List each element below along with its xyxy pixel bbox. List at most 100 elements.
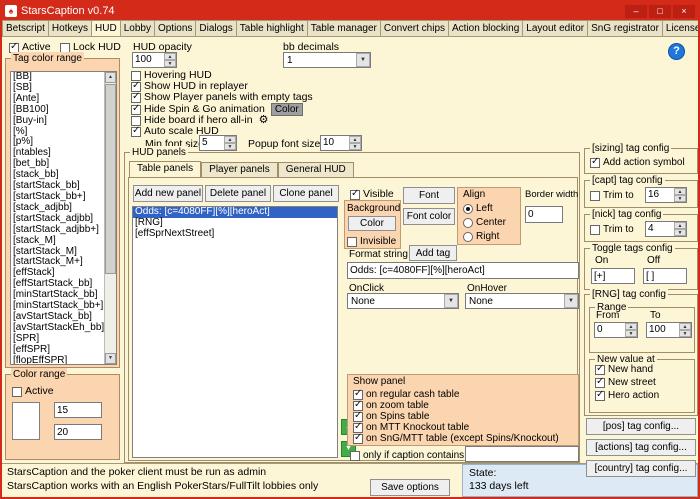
tab-table-highlight[interactable]: Table highlight <box>235 20 307 36</box>
tab-hotkeys[interactable]: Hotkeys <box>47 20 92 36</box>
close-icon[interactable]: × <box>673 4 695 18</box>
tab-general-hud[interactable]: General HUD <box>277 162 354 177</box>
toggle-off-input[interactable] <box>643 268 687 284</box>
list-item[interactable]: [Buy-in] <box>11 115 104 127</box>
color-range-max-input[interactable] <box>54 424 102 440</box>
spin-up-icon[interactable]: ▲ <box>679 323 691 330</box>
list-item[interactable]: [effSprNextStreet] <box>133 228 337 240</box>
border-width-input[interactable] <box>525 206 563 223</box>
font-button[interactable]: Font <box>403 187 455 204</box>
show-player-panels-checkbox[interactable]: Show Player panels with empty tags <box>131 91 313 103</box>
add-tag-button[interactable]: Add tag <box>409 245 457 261</box>
spin-up-icon[interactable]: ▲ <box>625 323 637 330</box>
add-new-panel-button[interactable]: Add new panel <box>133 185 203 202</box>
help-button[interactable]: ? <box>668 43 685 60</box>
new-street-checkbox[interactable]: New street <box>595 376 656 388</box>
toggle-on-input[interactable] <box>591 268 635 284</box>
onhover-dropdown[interactable]: None ▼ <box>465 293 579 309</box>
tab-betscript[interactable]: Betscript <box>2 20 48 36</box>
spin-down-icon[interactable]: ▼ <box>674 195 686 202</box>
capt-trim-checkbox[interactable]: Trim to <box>590 190 634 201</box>
minimize-icon[interactable]: – <box>625 4 647 18</box>
spin-up-icon[interactable]: ▲ <box>349 136 361 143</box>
color-swatch[interactable] <box>12 402 40 440</box>
color-range-min-input[interactable] <box>54 402 102 418</box>
actions-tag-config-button[interactable]: [actions] tag config... <box>586 439 696 456</box>
capt-trim-spinner[interactable]: 16 ▲ ▼ <box>645 187 687 203</box>
tab-table-manager[interactable]: Table manager <box>306 20 380 36</box>
delete-panel-button[interactable]: Delete panel <box>205 185 271 202</box>
format-string-input[interactable] <box>347 262 579 279</box>
tab-lobby[interactable]: Lobby <box>119 20 154 36</box>
rng-from-spinner[interactable]: 0 ▲ ▼ <box>594 322 638 338</box>
min-font-size-spinner[interactable]: 5 ▲ ▼ <box>199 135 237 151</box>
tab-player-panels[interactable]: Player panels <box>201 162 278 177</box>
spin-down-icon[interactable]: ▼ <box>625 330 637 337</box>
gear-icon[interactable]: ⚙ <box>259 115 269 126</box>
hero-action-checkbox[interactable]: Hero action <box>595 389 659 401</box>
tab-table-panels[interactable]: Table panels <box>129 161 202 177</box>
hud-opacity-spinner[interactable]: 100 ▲ ▼ <box>132 52 177 68</box>
panel-list[interactable]: Odds: [c=4080FF][%][heroAct] [RNG] [effSpr… <box>132 206 338 458</box>
caption-contains-input[interactable] <box>465 446 579 462</box>
spin-up-icon[interactable]: ▲ <box>224 136 236 143</box>
add-action-symbol-checkbox[interactable]: Add action symbol <box>590 156 685 168</box>
list-item[interactable]: [stack_M] <box>11 235 104 247</box>
scrollbar[interactable]: ▲ ▼ <box>104 72 116 364</box>
pos-tag-config-button[interactable]: [pos] tag config... <box>586 418 696 435</box>
show-mtt-knockout-checkbox[interactable]: on MTT Knockout table <box>353 421 469 433</box>
scroll-up-icon[interactable]: ▲ <box>105 72 116 83</box>
rng-to-spinner[interactable]: 100 ▲ ▼ <box>646 322 692 338</box>
tab-options[interactable]: Options <box>153 20 196 36</box>
show-spins-checkbox[interactable]: on Spins table <box>353 410 429 422</box>
tab-sng-registrator[interactable]: SnG registrator <box>587 20 662 36</box>
checkbox-box <box>590 190 600 201</box>
new-hand-checkbox[interactable]: New hand <box>595 363 653 375</box>
status-line2: StarsCaption works with an English Poker… <box>7 480 319 492</box>
caption-contains-checkbox[interactable]: only if caption contains <box>350 450 464 461</box>
show-regular-cash-checkbox[interactable]: on regular cash table <box>353 388 459 400</box>
onclick-dropdown[interactable]: None ▼ <box>347 293 459 309</box>
save-options-button[interactable]: Save options <box>370 479 450 496</box>
background-color-button[interactable]: Color <box>348 216 396 231</box>
align-right-radio[interactable]: Right <box>463 231 499 242</box>
spin-up-icon[interactable]: ▲ <box>674 222 686 229</box>
tab-license[interactable]: License <box>661 20 698 36</box>
tab-hud[interactable]: HUD <box>91 20 120 36</box>
nick-trim-spinner[interactable]: 4 ▲ ▼ <box>645 221 687 237</box>
spin-down-icon[interactable]: ▼ <box>679 330 691 337</box>
spin-down-icon[interactable]: ▼ <box>164 60 176 67</box>
list-item[interactable]: Odds: [c=4080FF][%][heroAct] <box>133 207 337 218</box>
list-item[interactable]: [flopEffSPR] <box>11 355 104 364</box>
spin-go-color-button[interactable]: Color <box>270 103 303 116</box>
list-item[interactable]: [BB100] <box>11 104 104 116</box>
spin-down-icon[interactable]: ▼ <box>674 229 686 236</box>
align-center-radio[interactable]: Center <box>463 217 506 228</box>
popup-font-size-spinner[interactable]: 10 ▲ ▼ <box>320 135 362 151</box>
tab-layout-editor[interactable]: Layout editor <box>522 20 588 36</box>
spin-up-icon[interactable]: ▲ <box>674 188 686 195</box>
country-tag-config-button[interactable]: [country] tag config... <box>586 460 696 477</box>
list-item[interactable]: [effSPR] <box>11 344 104 356</box>
maximize-icon[interactable]: □ <box>649 4 671 18</box>
bb-decimals-dropdown[interactable]: 1 ▼ <box>283 52 371 68</box>
list-item[interactable]: [startStack_adjbb+] <box>11 224 104 236</box>
spin-down-icon[interactable]: ▼ <box>224 143 236 150</box>
align-left-radio[interactable]: Left <box>463 203 493 214</box>
tab-dialogs[interactable]: Dialogs <box>195 20 236 36</box>
show-zoom-checkbox[interactable]: on zoom table <box>353 399 429 411</box>
scroll-down-icon[interactable]: ▼ <box>105 353 116 364</box>
tab-action-blocking[interactable]: Action blocking <box>448 20 523 36</box>
spin-down-icon[interactable]: ▼ <box>349 143 361 150</box>
scroll-thumb[interactable] <box>105 84 116 274</box>
color-range-active-checkbox[interactable]: Active <box>12 386 54 397</box>
nick-trim-checkbox[interactable]: Trim to <box>590 224 634 235</box>
clone-panel-button[interactable]: Clone panel <box>273 185 339 202</box>
invisible-checkbox[interactable]: Invisible <box>347 236 396 247</box>
font-color-button[interactable]: Font color <box>403 208 455 225</box>
visible-checkbox[interactable]: Visible <box>350 188 394 200</box>
show-sng-mtt-checkbox[interactable]: on SnG/MTT table (except Spins/Knockout) <box>353 432 559 444</box>
tab-convert-chips[interactable]: Convert chips <box>379 20 449 36</box>
tag-color-range-list[interactable]: ▲ ▼ [BB] [SB] [Ante] [BB100] [Buy-in] [%] [p%]… <box>10 71 117 365</box>
spin-up-icon[interactable]: ▲ <box>164 53 176 60</box>
